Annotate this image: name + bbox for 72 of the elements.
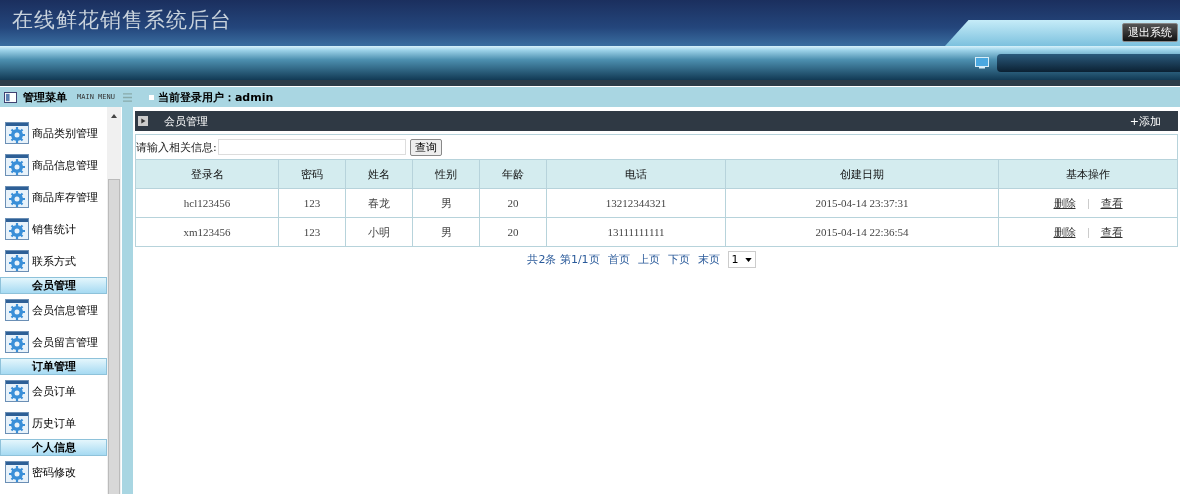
gear-icon [5, 299, 29, 321]
sidebar-item[interactable]: 联系方式 [0, 245, 107, 277]
logout-button[interactable]: 退出系统 [1122, 22, 1178, 42]
sidebar-item[interactable]: 商品信息管理 [0, 149, 107, 181]
sidebar-item[interactable]: 密码修改 [0, 456, 107, 488]
search-button[interactable]: 查询 [409, 138, 442, 156]
sidebar-item[interactable]: 会员留言管理 [0, 326, 107, 358]
monitor-icon [975, 57, 989, 69]
table-cell: 2015-04-14 22:36:54 [725, 217, 999, 247]
scroll-up-icon[interactable] [110, 113, 118, 119]
table-cell: 男 [412, 188, 480, 218]
sidebar-item[interactable]: 会员信息管理 [0, 294, 107, 326]
site-title: 在线鲜花销售系统后台 [11, 7, 232, 34]
table-cell: 20 [479, 217, 547, 247]
column-header: 年龄 [479, 159, 547, 189]
gear-icon [5, 122, 29, 144]
search-label: 请输入相关信息: [136, 139, 217, 155]
table-cell: 小明 [345, 217, 413, 247]
table-cell: xm123456 [135, 217, 279, 247]
sidebar-item[interactable]: 商品库存管理 [0, 181, 107, 213]
column-header: 性别 [412, 159, 480, 189]
action-link[interactable]: 查看 [1100, 225, 1123, 239]
gear-icon [5, 331, 29, 353]
page-select[interactable]: 1 [727, 251, 756, 268]
gear-icon [5, 154, 29, 176]
sidebar-item[interactable]: 会员订单 [0, 375, 107, 407]
bullet-icon [148, 94, 154, 100]
menu-title: 管理菜单 [23, 89, 67, 105]
table-cell: hcl123456 [135, 188, 279, 218]
section-header: 个人信息 [0, 439, 107, 456]
table-cell: 123 [278, 188, 346, 218]
gear-icon [5, 380, 29, 402]
column-header: 姓名 [345, 159, 413, 189]
table-cell: 123 [278, 217, 346, 247]
current-user: 当前登录用户：admin [157, 89, 274, 105]
panel-icon [4, 91, 17, 103]
scrollbar[interactable] [107, 107, 121, 494]
table-cell: 13212344321 [546, 188, 726, 218]
sidebar-item[interactable]: 销售统计 [0, 213, 107, 245]
gear-icon [5, 218, 29, 240]
column-header: 基本操作 [998, 159, 1178, 189]
page-link[interactable]: 下页 [667, 252, 690, 267]
column-header: 创建日期 [725, 159, 999, 189]
table-cell: 20 [479, 188, 547, 218]
sidebar-item[interactable]: 历史订单 [0, 407, 107, 439]
gear-icon [5, 186, 29, 208]
table-cell: 13111111111 [546, 217, 726, 247]
page-summary: 共2条 第1/1页 [527, 252, 600, 267]
column-header: 电话 [546, 159, 726, 189]
gear-icon [5, 250, 29, 272]
gear-icon [5, 461, 29, 483]
table-cell: 2015-04-14 23:37:31 [725, 188, 999, 218]
table-cell: 男 [412, 217, 480, 247]
column-header: 登录名 [135, 159, 279, 189]
page-link[interactable]: 上页 [637, 252, 660, 267]
panel-title: 会员管理 [164, 113, 208, 129]
grip-icon [122, 91, 132, 103]
column-header: 密码 [278, 159, 346, 189]
page-link[interactable]: 首页 [607, 252, 630, 267]
action-link[interactable]: 查看 [1100, 196, 1123, 210]
caret-icon [744, 257, 752, 262]
action-link[interactable]: 删除 [1053, 225, 1076, 239]
search-field[interactable] [217, 139, 406, 155]
section-header: 会员管理 [0, 277, 107, 294]
play-icon [138, 116, 148, 126]
add-button[interactable]: +添加 [1129, 113, 1161, 129]
page-link[interactable]: 末页 [697, 252, 720, 267]
gear-icon [5, 412, 29, 434]
action-link[interactable]: 删除 [1053, 196, 1076, 210]
section-header: 订单管理 [0, 358, 107, 375]
sidebar-item[interactable]: 商品类别管理 [0, 117, 107, 149]
table-cell: 春龙 [345, 188, 413, 218]
